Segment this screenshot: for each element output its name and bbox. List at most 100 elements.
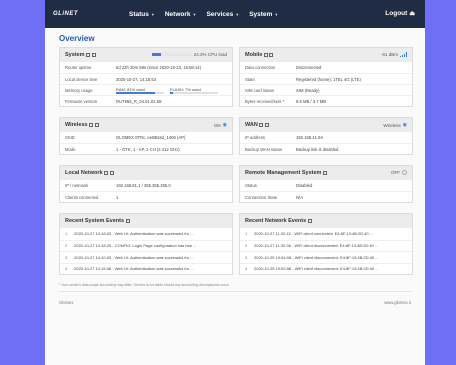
settings-icon[interactable] (307, 219, 312, 223)
signal-strength-text: -61 dBm (381, 52, 399, 57)
flash-usage-bar (170, 92, 218, 94)
row-key: IP / netmask (65, 183, 89, 188)
footer-website-link[interactable]: www.glomex.it (384, 300, 411, 305)
list-item: 1 2020-10-27 14:18:53 - Web UI: Authentic… (60, 228, 232, 240)
menu-status-label: Status (129, 10, 149, 18)
row-value: Registered (home); 1TEL 4G (LTE) (296, 76, 361, 82)
cpu-load: 24.3% CPU load (151, 52, 227, 57)
overview-grid: System 24.3% CPU load Router uptime 5d 23… (45, 47, 425, 275)
page-footer: Glomex www.glomex.it (59, 291, 411, 305)
row-value: SIM (Ready) (296, 87, 320, 93)
row-key: Clients connected (65, 194, 99, 200)
table-row: Bytes received/sent * 5.6 MB / 3.7 MB (240, 95, 412, 106)
settings-icon[interactable] (89, 123, 94, 127)
logout-button[interactable]: Logout ⏏ (385, 10, 415, 17)
ram-usage-bar (116, 92, 164, 94)
menu-services[interactable]: Services ▼ (206, 11, 239, 18)
wireless-table: SSID GLOMEX 0TRc, eeBBssd_1406 (AP) Mode 1… (60, 132, 232, 154)
flash-usage-text: FLASH: 7% used (170, 86, 201, 92)
row-key: SSID (65, 135, 75, 140)
event-index: 4 (245, 266, 248, 272)
row-key: Router uptime (65, 65, 92, 70)
event-text: 2020-10-27 14:10:00 - Web UI: Authentica… (74, 254, 194, 260)
settings-icon[interactable] (263, 53, 268, 57)
wan-panel-title: WAN (245, 122, 258, 128)
close-icon[interactable] (94, 123, 99, 127)
remote-management-panel-header: Remote Management System OFF (240, 166, 412, 180)
row-value: 192.168.81.1 / 255.255.255.0 (116, 183, 171, 188)
row-value: 1 - GTK, 1 - AP, 1 CH (2.412 GHz) (116, 146, 180, 152)
table-row: Clients connected 1 (60, 191, 232, 202)
row-value: 2020-10-27, 14:18:53 (116, 76, 157, 82)
menu-system[interactable]: System ▼ (249, 11, 278, 18)
row-key: SIM card status (245, 87, 275, 93)
table-row: Status Disabled (240, 180, 412, 191)
row-value: 192.168.41.94 (296, 135, 323, 140)
event-index: 1 (65, 231, 68, 237)
row-key: Connection State (245, 194, 278, 200)
row-key: Memory usage (65, 87, 93, 93)
list-item: 4 2020-10-27 14:16:48 - Web UI: Authentic… (60, 262, 232, 275)
menu-network[interactable]: Network ▼ (165, 11, 197, 18)
local-network-table: IP / netmask 192.168.81.1 / 255.255.255.0… (60, 180, 232, 202)
signal-strength: -61 dBm (381, 52, 407, 57)
settings-icon[interactable] (86, 53, 91, 57)
close-icon[interactable] (264, 123, 269, 127)
recent-network-events-list: 1 2020-10-27 11:32:42 - WiFi client conne… (240, 228, 412, 274)
event-index: 2 (65, 243, 68, 249)
list-item: 2 2020-10-27 11:32:36 - WiFi client disco… (240, 239, 412, 252)
table-row: Connection State N/A (240, 191, 412, 202)
recent-network-events-header: Recent Network Events (240, 214, 412, 228)
row-value: 5.6 MB / 3.7 MB (296, 98, 327, 104)
menu-network-label: Network (164, 10, 191, 18)
footer-brand: Glomex (59, 300, 74, 305)
row-key: State (245, 76, 255, 82)
ram-usage: RAM: 81% used (116, 87, 164, 94)
system-panel-header: System 24.3% CPU load (60, 48, 232, 62)
event-text: 2020-10-27 14:18:53 - Web UI: Authentica… (74, 231, 194, 237)
top-navbar: GLiNET Status ▼ Network ▼ Services ▼ System… (45, 0, 425, 28)
close-icon[interactable] (91, 53, 96, 57)
row-value: Disabled (296, 183, 313, 188)
page-title: Overview (59, 34, 95, 43)
power-icon[interactable] (402, 170, 407, 175)
table-row: Local device time 2020-10-27, 14:18:53 (60, 73, 232, 84)
local-network-panel: Local Network IP / netmask 192.168.81.1 /… (59, 165, 233, 203)
flash-usage-fill (170, 92, 174, 94)
table-row: Firmware version RUT955_R_04.01.02.58 (60, 95, 232, 106)
list-item: 3 2020-10-27 14:10:00 - Web UI: Authentic… (60, 251, 232, 263)
row-key: Bytes received/sent * (245, 98, 285, 104)
settings-icon[interactable] (259, 123, 264, 127)
logout-label: Logout (385, 10, 408, 17)
settings-icon[interactable] (125, 219, 130, 223)
recent-system-events-title: Recent System Events (65, 218, 124, 224)
close-icon[interactable] (269, 53, 274, 57)
settings-icon[interactable] (104, 171, 109, 175)
wan-status: Wireless ◉ (383, 122, 407, 128)
table-row: Memory usage RAM: 81% used FLASH: 7% use… (60, 84, 232, 95)
menu-status[interactable]: Status ▼ (129, 11, 155, 18)
wireless-panel: Wireless ON ◉ SSID GLOMEX 0TRc, eeBBssd_14… (59, 117, 233, 155)
recent-network-events-title: Recent Network Events (245, 218, 307, 224)
row-value: 5d 23h 20m 59s (since 2020-10-23, 15:58:… (116, 65, 201, 70)
row-key: Data connection (245, 65, 276, 70)
event-index: 1 (245, 231, 248, 237)
local-network-panel-header: Local Network (60, 166, 232, 180)
row-key: Mode (65, 146, 76, 152)
brand-logo[interactable]: GLiNET (53, 11, 109, 17)
signal-bars-icon (400, 52, 407, 57)
event-index: 3 (245, 254, 248, 260)
recent-network-events-panel: Recent Network Events 1 2020-10-27 11:32:… (239, 213, 413, 275)
wan-status-text: Wireless (383, 122, 401, 128)
wan-panel: WAN Wireless ◉ IP address 192.168.41.94 Ba… (239, 117, 413, 155)
row-key: Firmware version (65, 98, 98, 104)
menu-services-label: Services (206, 10, 234, 18)
settings-icon[interactable] (322, 171, 327, 175)
row-value: Disconnected (296, 65, 322, 70)
remote-management-table: Status Disabled Connection State N/A (240, 180, 412, 202)
close-icon[interactable] (109, 171, 114, 175)
remote-management-panel: Remote Management System OFF Status Disab… (239, 165, 413, 203)
ram-usage-text: RAM: 81% used (116, 86, 145, 92)
table-row: Backup WAN status Backup link is disabled (240, 143, 412, 154)
row-key: Local device time (65, 76, 98, 82)
